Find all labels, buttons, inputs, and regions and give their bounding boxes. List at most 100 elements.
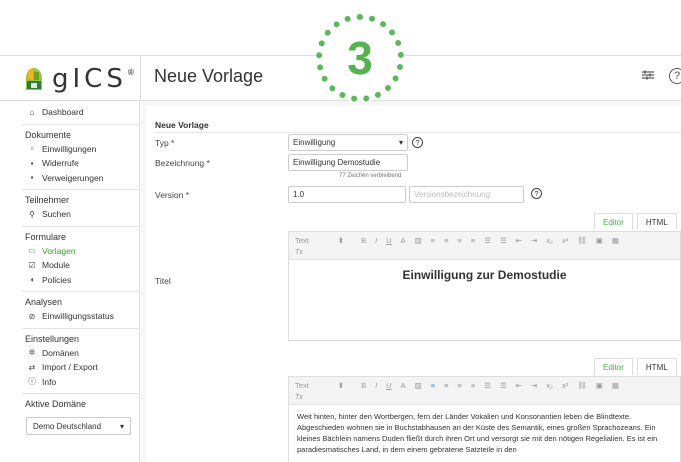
sidebar-heading-aktive-domaene: Aktive Domäne (25, 399, 87, 409)
titel-label: Titel (155, 276, 171, 286)
align-center-icon[interactable]: ≡ (444, 381, 448, 390)
version-label: Version * (155, 190, 190, 200)
superscript-icon[interactable]: x² (562, 381, 568, 390)
align-center-icon[interactable]: ≡ (444, 236, 448, 245)
bullet-list-icon[interactable]: ☰ (500, 381, 507, 390)
subscript-icon[interactable]: x₂ (546, 236, 553, 245)
outdent-icon[interactable]: ⇤ (516, 236, 522, 245)
indent-icon[interactable]: ⇥ (531, 236, 537, 245)
underline-icon[interactable]: U (386, 381, 391, 390)
background-color-icon[interactable]: ▨ (415, 381, 422, 390)
table-icon[interactable]: ▦ (612, 236, 619, 245)
help-icon[interactable]: ? (669, 68, 681, 84)
sidebar-heading-teilnehmer: Teilnehmer (25, 195, 70, 205)
document-filled-icon: ▪ (30, 158, 34, 168)
version-help-icon[interactable]: ? (531, 188, 542, 199)
link-icon[interactable]: ⛓ (577, 381, 587, 390)
subscript-icon[interactable]: x₂ (546, 381, 553, 390)
image-icon[interactable]: ▣ (596, 236, 603, 245)
clear-format-icon[interactable]: Tx (295, 249, 303, 256)
italic-icon[interactable]: I (375, 236, 377, 245)
sidebar-item-verweigerungen[interactable]: ▪ Verweigerungen (22, 171, 139, 186)
sidebar-item-vorlagen[interactable]: ▭ Vorlagen (22, 244, 139, 259)
bezeichnung-input[interactable]: Einwilligung Demostudie (288, 154, 408, 171)
align-right-icon[interactable]: ≡ (457, 236, 461, 245)
bold-icon[interactable]: B (361, 236, 366, 245)
clear-format-icon[interactable]: Tx (295, 394, 303, 401)
titel-editor[interactable]: Text ⬍ BIU A ▨ ≡ ≡ ≡ ≡ ☰ ☰ ⇤ ⇥ x₂ x² ⛓ ▣ ▦ Tx Einwi… (288, 231, 681, 341)
sidebar-item-widerrufe[interactable]: ▪ Widerrufe (22, 156, 139, 171)
version-input[interactable]: 1.0 (288, 186, 406, 203)
sidebar-item-einwilligungsstatus[interactable]: ⊘ Einwilligungsstatus (22, 309, 139, 324)
tab-editor[interactable]: Editor (594, 213, 633, 230)
section-title: Neue Vorlage (155, 120, 209, 130)
body-content: Weit hinten, hinter den Wortbergen, fern… (297, 412, 658, 454)
ordered-list-icon[interactable]: ☰ (484, 236, 491, 245)
bullet-list-icon[interactable]: ☰ (500, 236, 507, 245)
sidebar-item-import-export[interactable]: ⇄ Import / Export (22, 360, 139, 375)
page-title: Neue Vorlage (154, 66, 264, 86)
sidebar-divider (22, 327, 139, 329)
format-select[interactable]: Text (295, 236, 309, 245)
align-justify-icon[interactable]: ≡ (471, 381, 475, 390)
chevron-updown-icon: ⬍ (337, 381, 345, 390)
text-color-icon[interactable]: A (401, 381, 406, 390)
gear-icon: ✲ (28, 348, 36, 358)
sidebar-item-module[interactable]: ☑ Module (22, 258, 139, 273)
background-color-icon[interactable]: ▨ (415, 236, 422, 245)
document-filled-icon: ▪ (30, 173, 34, 183)
sidebar-item-dashboard[interactable]: ⌂ Dashboard (22, 105, 139, 120)
chevron-down-icon: ▾ (398, 138, 403, 147)
align-left-icon[interactable]: ≡ (431, 236, 435, 245)
main-content: Neue Vorlage Typ * Einwilligung ▾ ? Bezei… (141, 101, 681, 462)
sidebar-divider (22, 123, 139, 125)
sidebar-item-policies[interactable]: ◖ Policies (22, 273, 139, 288)
superscript-icon[interactable]: x² (562, 236, 568, 245)
shield-icon: ◖ (29, 275, 35, 285)
tab-editor[interactable]: Editor (594, 358, 633, 375)
check-circle-icon: ⊘ (28, 311, 36, 321)
versionsbezeichnung-input[interactable]: Versionsbezeichnung (409, 186, 524, 203)
titel-content: Einwilligung zur Demostudie (402, 268, 567, 282)
sidebar-item-domaenen[interactable]: ✲ Domänen (22, 346, 139, 361)
body-editor-tabs: Editor HTML (590, 358, 677, 375)
align-left-icon[interactable]: ≡ (431, 381, 435, 390)
sliders-icon[interactable] (641, 68, 655, 84)
table-icon[interactable]: ▦ (612, 381, 619, 390)
sidebar-heading-einstellungen: Einstellungen (25, 333, 80, 344)
file-icon: ▭ (28, 246, 36, 256)
indent-icon[interactable]: ⇥ (531, 381, 537, 390)
text-color-icon[interactable]: A (401, 236, 406, 245)
app-logo[interactable]: gICS® (22, 63, 144, 95)
chevron-updown-icon: ⬍ (337, 236, 345, 245)
logo-icon (22, 66, 46, 92)
image-icon[interactable]: ▣ (596, 381, 603, 390)
tab-html[interactable]: HTML (636, 358, 677, 375)
sidebar-item-info[interactable]: ⓘ Info (22, 375, 139, 390)
form-panel: Neue Vorlage Typ * Einwilligung ▾ ? Bezei… (146, 106, 681, 462)
header-divider (140, 56, 141, 100)
typ-help-icon[interactable]: ? (412, 137, 423, 148)
ordered-list-icon[interactable]: ☰ (484, 381, 491, 390)
typ-select[interactable]: Einwilligung ▾ (288, 134, 408, 151)
sidebar-heading-formulare: Formulare (25, 231, 67, 242)
sidebar-divider (22, 393, 139, 394)
underline-icon[interactable]: U (386, 236, 391, 245)
body-editor[interactable]: Text ⬍ BIU A ▨ ≡ ≡ ≡ ≡ ☰ ☰ ⇤ ⇥ x₂ x² ⛓ ▣ ▦ Tx Weit … (288, 376, 681, 462)
format-select[interactable]: Text (295, 381, 309, 390)
bezeichnung-label: Bezeichnung * (155, 158, 210, 168)
tab-html[interactable]: HTML (636, 213, 677, 230)
sidebar-item-suchen[interactable]: ⚲ Suchen (22, 207, 139, 222)
checkbox-icon: ☑ (28, 260, 36, 270)
sidebar-divider (22, 189, 139, 190)
sidebar-item-einwilligungen[interactable]: ▫ Einwilligungen (22, 142, 139, 157)
outdent-icon[interactable]: ⇤ (516, 381, 522, 390)
logo-text: gICS® (52, 64, 135, 94)
sidebar-divider (22, 225, 139, 227)
bold-icon[interactable]: B (361, 381, 366, 390)
domain-select[interactable]: Demo Deutschland ▾ (26, 417, 131, 435)
align-justify-icon[interactable]: ≡ (471, 236, 475, 245)
align-right-icon[interactable]: ≡ (457, 381, 461, 390)
italic-icon[interactable]: I (375, 381, 377, 390)
link-icon[interactable]: ⛓ (577, 236, 587, 245)
